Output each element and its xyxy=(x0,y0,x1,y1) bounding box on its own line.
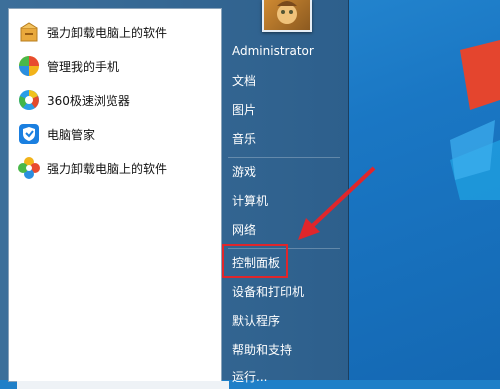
place-default-programs[interactable]: 默认程序 xyxy=(224,310,344,332)
user-picture-icon xyxy=(277,1,297,24)
place-pictures[interactable]: 图片 xyxy=(224,99,344,121)
program-label: 360极速浏览器 xyxy=(47,93,130,108)
place-devices-printers[interactable]: 设备和打印机 xyxy=(224,281,344,303)
uninstall-box-icon xyxy=(20,22,38,42)
user-avatar[interactable] xyxy=(262,0,312,32)
program-item-pc-manager[interactable]: 电脑管家 xyxy=(11,119,217,149)
programs-panel: 强力卸载电脑上的软件 管理我的手机 360极速浏览器 电脑管家 强力卸载电脑上的… xyxy=(8,8,229,389)
separator xyxy=(228,157,340,158)
place-run[interactable]: 运行... xyxy=(224,366,344,388)
search-area[interactable] xyxy=(17,381,229,389)
program-label: 强力卸载电脑上的软件 xyxy=(47,25,168,40)
program-item-uninstaller[interactable]: 强力卸载电脑上的软件 xyxy=(11,17,217,47)
program-label: 管理我的手机 xyxy=(47,59,120,74)
phone-manager-icon xyxy=(19,56,39,76)
annotation-arrow-icon xyxy=(298,166,376,240)
place-documents[interactable]: 文档 xyxy=(224,70,344,92)
place-username[interactable]: Administrator xyxy=(224,40,344,62)
place-music[interactable]: 音乐 xyxy=(224,128,344,150)
highlight-box-control-panel xyxy=(222,244,288,278)
program-item-uninstaller-2[interactable]: 强力卸载电脑上的软件 xyxy=(11,153,217,183)
pc-manager-shield-icon xyxy=(19,124,39,144)
pinwheel-icon xyxy=(18,157,40,179)
place-help-support[interactable]: 帮助和支持 xyxy=(224,339,344,361)
program-item-360-browser[interactable]: 360极速浏览器 xyxy=(11,85,217,115)
program-label: 强力卸载电脑上的软件 xyxy=(47,161,168,176)
program-label: 电脑管家 xyxy=(47,127,96,142)
windows-logo-icon xyxy=(450,40,500,200)
browser-360-icon xyxy=(19,90,39,110)
program-item-phone-manager[interactable]: 管理我的手机 xyxy=(11,51,217,81)
